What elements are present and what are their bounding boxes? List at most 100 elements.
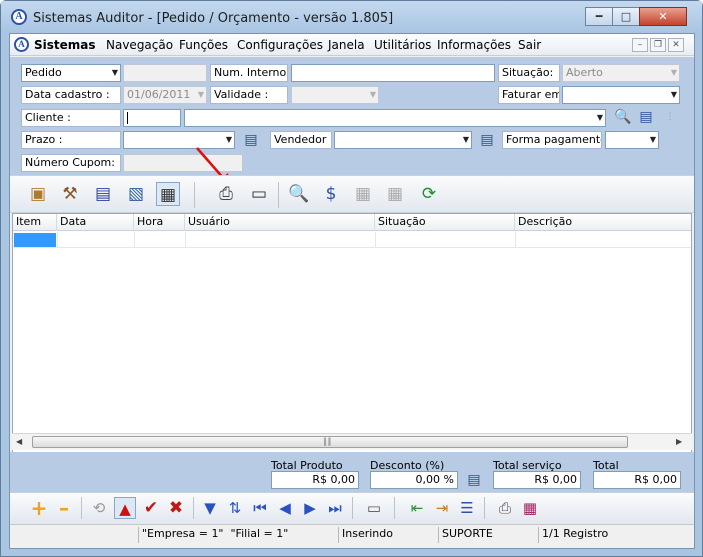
cell-divider xyxy=(57,232,58,248)
status-empresa: "Empresa = 1" xyxy=(142,527,224,540)
chevron-down-icon: ▼ xyxy=(369,90,376,99)
scroll-thumb[interactable]: ║║ xyxy=(32,436,628,448)
column-hora[interactable]: Hora xyxy=(134,214,185,231)
cliente-code-input[interactable] xyxy=(123,109,181,127)
situacao-select: Aberto ▼ xyxy=(562,64,680,82)
forma-pagamento-label: Forma pagamento: xyxy=(502,131,602,149)
undo-disabled-icon: ⟲ xyxy=(92,499,106,517)
vendedor-label: Vendedor : xyxy=(270,131,332,149)
refresh-icon[interactable]: ⟳ xyxy=(417,182,441,206)
total-servico-value: R$ 0,00 xyxy=(493,471,581,489)
column-usuario[interactable]: Usuário xyxy=(185,214,375,231)
data-cadastro-value: 01/06/2011 xyxy=(127,88,191,101)
scroll-right-icon[interactable]: ▶ xyxy=(676,437,682,446)
minimize-button[interactable]: ━ xyxy=(585,7,613,26)
chevron-down-icon: ▼ xyxy=(596,113,603,122)
chevron-down-icon: ▼ xyxy=(197,90,204,99)
card-icon[interactable]: ▭ xyxy=(247,182,271,206)
numero-cupom-label: Número Cupom: xyxy=(21,154,121,172)
menu-janela[interactable]: Janela xyxy=(328,38,365,52)
export-icon[interactable]: ⇥ xyxy=(431,497,453,519)
print-icon[interactable]: ⎙ xyxy=(494,497,516,519)
magnifier-icon[interactable]: 🔍 xyxy=(287,182,311,206)
printer-icon[interactable]: ⎙ xyxy=(214,182,238,206)
menu-sistemas[interactable]: Sistemas xyxy=(34,38,96,52)
forma-pagamento-select[interactable]: ▼ xyxy=(605,131,659,149)
vendedor-select[interactable]: ▼ xyxy=(334,131,472,149)
import-icon[interactable]: ⇤ xyxy=(406,497,428,519)
document-disabled-icon: ▦ xyxy=(354,184,372,204)
menu-informacoes[interactable]: Informações xyxy=(437,38,511,52)
total-produto-value: R$ 0,00 xyxy=(271,471,359,489)
validade-input: ▼ xyxy=(291,86,379,104)
report-edit-icon[interactable]: ▦ xyxy=(156,182,180,206)
client-list-icon[interactable]: ▤ xyxy=(638,109,654,125)
menu-utilitarios[interactable]: Utilitários xyxy=(374,38,431,52)
previous-record-icon[interactable]: ◀ xyxy=(274,497,296,519)
toolbar-separator xyxy=(194,182,195,208)
copy-icon[interactable]: ▭ xyxy=(363,497,385,519)
menu-bar: A Sistemas Navegação Funções Configuraçõ… xyxy=(10,34,694,56)
toolbar-separator xyxy=(193,497,194,519)
next-record-icon[interactable]: ▶ xyxy=(299,497,321,519)
toolbar-separator xyxy=(394,497,395,519)
vendedor-list-icon[interactable]: ▤ xyxy=(479,132,495,148)
first-record-icon[interactable]: ⏮ xyxy=(249,497,271,519)
hammer-icon[interactable]: ⚒ xyxy=(58,182,82,206)
system-menu-icon[interactable]: A xyxy=(14,37,29,52)
document-type-select[interactable]: Pedido ▼ xyxy=(21,64,121,82)
money-icon[interactable]: $ xyxy=(319,182,343,206)
document-settings-disabled-icon: ▦ xyxy=(386,184,404,204)
box-icon[interactable]: ▣ xyxy=(26,182,50,206)
mdi-minimize-button[interactable]: – xyxy=(632,38,648,52)
chevron-down-icon: ▼ xyxy=(111,68,118,77)
remove-record-icon[interactable]: – xyxy=(53,497,75,519)
menu-configuracoes[interactable]: Configurações xyxy=(237,38,323,52)
column-data[interactable]: Data xyxy=(57,214,134,231)
validade-label: Validade : xyxy=(210,86,288,104)
menu-funcoes[interactable]: Funções xyxy=(179,38,228,52)
title-bar[interactable]: A Sistemas Auditor - [Pedido / Orçamento… xyxy=(1,1,702,33)
cancel-x-icon[interactable]: ✖ xyxy=(165,497,187,519)
edit-triangle-icon[interactable]: ▲ xyxy=(114,497,136,519)
search-client-icon[interactable]: 🔍 xyxy=(614,109,631,125)
maximize-button[interactable]: □ xyxy=(612,7,640,26)
data-cadastro-input: 01/06/2011 ▼ xyxy=(123,86,207,104)
scroll-left-icon[interactable]: ◀ xyxy=(16,437,22,446)
table-row[interactable] xyxy=(13,232,691,248)
client-extra-icon[interactable]: ⋮ xyxy=(662,109,678,125)
prazo-list-icon[interactable]: ▤ xyxy=(243,132,259,148)
desconto-input[interactable]: 0,00 % xyxy=(370,471,458,489)
mdi-restore-button[interactable]: ❐ xyxy=(650,38,666,52)
navigation-toolbar: + – ⟲ ▲ ✔ ✖ ▼ ⇅ ⏮ ◀ ▶ ⏭ ▭ ⇤ ⇥ ☰ ⎙ ▦ xyxy=(10,492,694,524)
calculator-icon[interactable]: ▦ xyxy=(519,497,541,519)
faturar-em-select[interactable]: ▼ xyxy=(562,86,680,104)
cliente-label: Cliente : xyxy=(21,109,121,127)
status-mode: Inserindo xyxy=(338,527,438,543)
document-list-icon[interactable]: ▤ xyxy=(91,182,115,206)
main-toolbar: ▣ ⚒ ▤ ▧ ▦ ⎙ ▭ 🔍 $ ▦ ▦ ⟳ xyxy=(10,175,694,213)
menu-navegacao[interactable]: Navegação xyxy=(106,38,173,52)
grid-header: Item Data Hora Usuário Situação Descriçã… xyxy=(13,214,691,231)
confirm-check-icon[interactable]: ✔ xyxy=(140,497,162,519)
notebook-icon[interactable]: ▧ xyxy=(124,182,148,206)
cliente-name-select[interactable]: ▼ xyxy=(184,109,606,127)
cell-divider xyxy=(375,232,376,248)
horizontal-scrollbar[interactable]: ◀ ║║ ▶ xyxy=(12,433,692,450)
items-grid[interactable]: Item Data Hora Usuário Situação Descriçã… xyxy=(12,213,692,453)
mdi-close-button[interactable]: ✕ xyxy=(668,38,684,52)
cell-divider xyxy=(134,232,135,248)
menu-sair[interactable]: Sair xyxy=(518,38,541,52)
add-record-icon[interactable]: + xyxy=(28,497,50,519)
filter-icon[interactable]: ▼ xyxy=(199,497,221,519)
sort-icon[interactable]: ⇅ xyxy=(224,497,246,519)
last-record-icon[interactable]: ⏭ xyxy=(324,497,346,519)
column-situacao[interactable]: Situação xyxy=(375,214,515,231)
column-item[interactable]: Item xyxy=(13,214,57,231)
column-descricao[interactable]: Descrição xyxy=(515,214,691,231)
selected-cell[interactable] xyxy=(14,233,56,247)
num-interno-input[interactable] xyxy=(291,64,495,82)
close-button[interactable]: ✕ xyxy=(639,7,687,26)
desconto-list-icon[interactable]: ▤ xyxy=(466,472,482,488)
list-edit-icon[interactable]: ☰ xyxy=(456,497,478,519)
